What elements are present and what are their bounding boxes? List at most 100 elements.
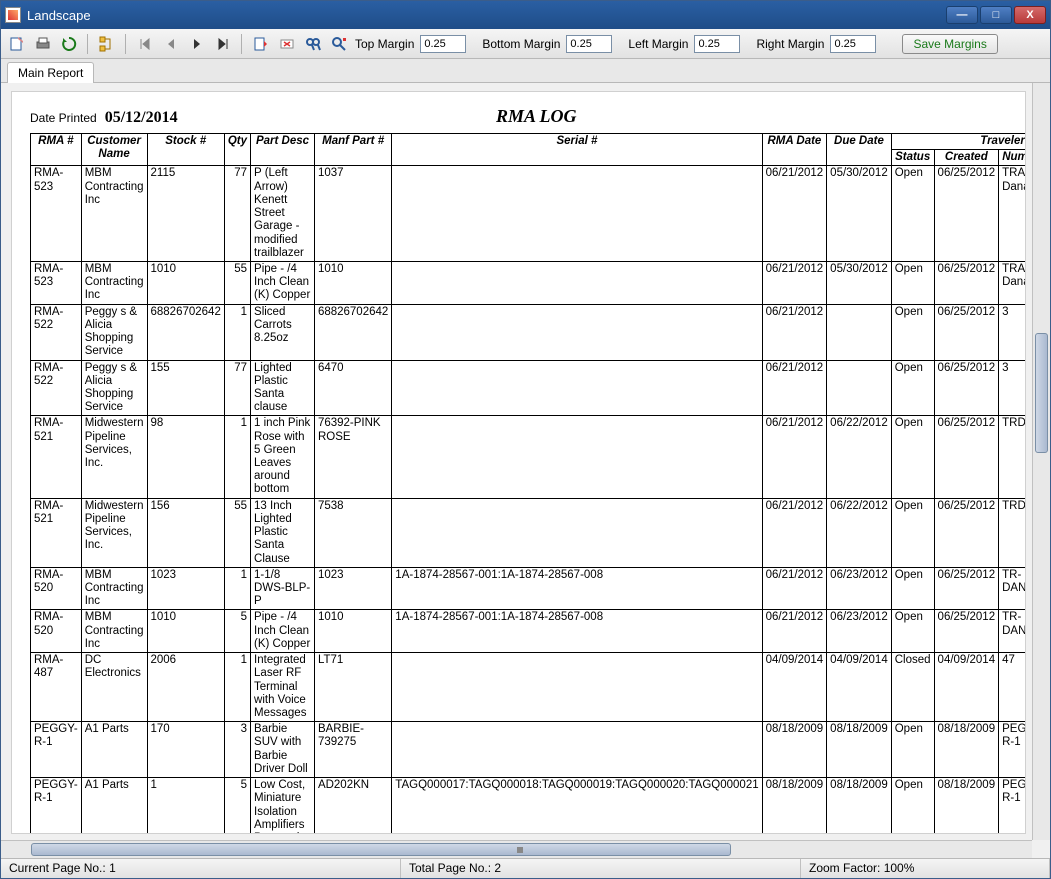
first-page-icon[interactable] — [135, 34, 155, 54]
cell-cust: MBM Contracting Inc — [81, 166, 147, 262]
toolbar: Top Margin Bottom Margin Left Margin Rig… — [1, 29, 1050, 59]
cell-serial — [392, 166, 762, 262]
cell-rma: RMA-487 — [31, 653, 82, 722]
tab-main-report[interactable]: Main Report — [7, 62, 94, 83]
right-margin-input[interactable] — [830, 35, 876, 53]
cell-cust: MBM Contracting Inc — [81, 610, 147, 653]
cell-created: 06/25/2012 — [934, 360, 999, 416]
cell-cust: Peggy s & Alicia Shopping Service — [81, 304, 147, 360]
minimize-button[interactable]: — — [946, 6, 978, 24]
cell-cust: Midwestern Pipeline Services, Inc. — [81, 416, 147, 498]
table-row: RMA-521Midwestern Pipeline Services, Inc… — [31, 498, 1027, 567]
cell-cust: DC Electronics — [81, 653, 147, 722]
col-created: Created — [934, 150, 999, 166]
col-rma-date: RMA Date — [762, 134, 827, 166]
close-button[interactable]: X — [1014, 6, 1046, 24]
bottom-margin-input[interactable] — [566, 35, 612, 53]
close-view-icon[interactable] — [277, 34, 297, 54]
find-icon[interactable] — [303, 34, 323, 54]
cell-desc: Low Cost, Miniature Isolation Amplifiers… — [251, 778, 315, 834]
cell-rma: PEGGY-R-1 — [31, 722, 82, 778]
cell-serial — [392, 416, 762, 498]
cell-created: 04/09/2014 — [934, 653, 999, 722]
cell-serial: 1A-1874-28567-001:1A-1874-28567-008 — [392, 567, 762, 610]
cell-ddate: 05/30/2012 — [827, 261, 892, 304]
top-margin-label: Top Margin — [355, 37, 414, 51]
zoom-icon[interactable] — [329, 34, 349, 54]
table-row: PEGGY-R-1A1 Parts15Low Cost, Miniature I… — [31, 778, 1027, 834]
maximize-button[interactable]: □ — [980, 6, 1012, 24]
cell-number: PEGGY-R-1 — [999, 722, 1026, 778]
horizontal-scrollbar[interactable] — [1, 840, 1032, 858]
cell-serial: TAGQ000017:TAGQ000018:TAGQ000019:TAGQ000… — [392, 778, 762, 834]
cell-status: Closed — [891, 653, 934, 722]
scroll-thumb[interactable] — [1035, 333, 1048, 453]
cell-rdate: 06/21/2012 — [762, 166, 827, 262]
cell-qty: 3 — [224, 722, 250, 778]
next-page-icon[interactable] — [187, 34, 207, 54]
cell-serial: 1A-1874-28567-001:1A-1874-28567-008 — [392, 610, 762, 653]
cell-number: TRA-Dana — [999, 261, 1026, 304]
cell-cust: A1 Parts — [81, 778, 147, 834]
group-tree-icon[interactable] — [97, 34, 117, 54]
status-zoom: Zoom Factor: 100% — [801, 859, 1050, 878]
cell-desc: Lighted Plastic Santa clause — [251, 360, 315, 416]
cell-serial — [392, 498, 762, 567]
cell-rma: RMA-522 — [31, 304, 82, 360]
cell-created: 06/25/2012 — [934, 416, 999, 498]
cell-serial — [392, 722, 762, 778]
table-row: RMA-522Peggy s & Alicia Shopping Service… — [31, 304, 1027, 360]
cell-desc: Barbie SUV with Barbie Driver Doll — [251, 722, 315, 778]
table-row: RMA-521Midwestern Pipeline Services, Inc… — [31, 416, 1027, 498]
col-rma: RMA # — [31, 134, 82, 166]
report-title: RMA LOG — [58, 106, 1015, 127]
report-grid: RMA # Customer Name Stock # Qty Part Des… — [30, 133, 1015, 834]
right-margin-label: Right Margin — [756, 37, 824, 51]
titlebar: Landscape — □ X — [1, 1, 1050, 29]
cell-stock: 1023 — [147, 567, 224, 610]
vertical-scrollbar[interactable] — [1032, 83, 1050, 840]
cell-desc: Integrated Laser RF Terminal with Voice … — [251, 653, 315, 722]
cell-created: 08/18/2009 — [934, 778, 999, 834]
print-icon[interactable] — [33, 34, 53, 54]
refresh-icon[interactable] — [59, 34, 79, 54]
cell-stock: 156 — [147, 498, 224, 567]
cell-stock: 2006 — [147, 653, 224, 722]
cell-number: TRDana — [999, 498, 1026, 567]
bottom-margin-label: Bottom Margin — [482, 37, 560, 51]
scroll-marker — [517, 847, 523, 853]
cell-cust: Midwestern Pipeline Services, Inc. — [81, 498, 147, 567]
scroll-thumb[interactable] — [31, 843, 731, 856]
left-margin-label: Left Margin — [628, 37, 688, 51]
cell-ddate: 06/22/2012 — [827, 416, 892, 498]
last-page-icon[interactable] — [213, 34, 233, 54]
cell-number: 3 — [999, 304, 1026, 360]
prev-page-icon[interactable] — [161, 34, 181, 54]
cell-rdate: 04/09/2014 — [762, 653, 827, 722]
save-margins-button[interactable]: Save Margins — [902, 34, 997, 54]
cell-manf: BARBIE-739275 — [314, 722, 391, 778]
app-window: Landscape — □ X Top Margin Bottom Margin… — [0, 0, 1051, 879]
cell-rdate: 06/21/2012 — [762, 567, 827, 610]
cell-stock: 155 — [147, 360, 224, 416]
table-row: RMA-487DC Electronics20061Integrated Las… — [31, 653, 1027, 722]
cell-rdate: 06/21/2012 — [762, 610, 827, 653]
cell-rdate: 06/21/2012 — [762, 360, 827, 416]
cell-desc: Pipe - /4 Inch Clean (K) Copper — [251, 610, 315, 653]
cell-rma: RMA-523 — [31, 261, 82, 304]
table-row: RMA-522Peggy s & Alicia Shopping Service… — [31, 360, 1027, 416]
goto-page-icon[interactable] — [251, 34, 271, 54]
cell-created: 06/25/2012 — [934, 498, 999, 567]
cell-manf: 68826702642 — [314, 304, 391, 360]
cell-manf: LT71 — [314, 653, 391, 722]
cell-ddate: 08/18/2009 — [827, 778, 892, 834]
cell-desc: Pipe - /4 Inch Clean (K) Copper — [251, 261, 315, 304]
col-traveler-group: Traveler — [891, 134, 1026, 150]
separator — [125, 34, 127, 54]
cell-manf: 7538 — [314, 498, 391, 567]
export-icon[interactable] — [7, 34, 27, 54]
cell-number: 47 — [999, 653, 1026, 722]
left-margin-input[interactable] — [694, 35, 740, 53]
cell-rma: RMA-520 — [31, 567, 82, 610]
top-margin-input[interactable] — [420, 35, 466, 53]
